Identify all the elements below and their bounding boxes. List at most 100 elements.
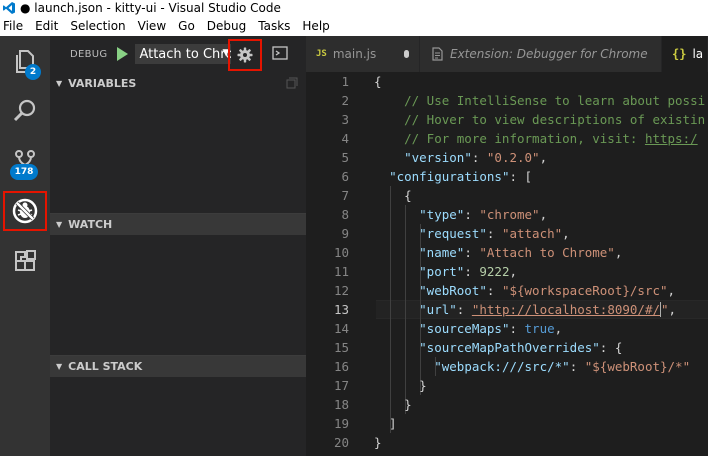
code-line[interactable]: 12 "webRoot": "${workspaceRoot}/src",	[306, 281, 708, 300]
code-line[interactable]: 16 "webpack:///src/*": "${webRoot}/*"	[306, 357, 708, 376]
code-line[interactable]: 1{	[306, 72, 708, 91]
code-token: "sourceMaps"	[419, 321, 510, 336]
line-number: 17	[333, 378, 349, 393]
code-token: :	[486, 226, 502, 241]
code-line[interactable]: 14 "sourceMaps": true,	[306, 319, 708, 338]
menu-go[interactable]: Go	[178, 16, 195, 36]
line-number: 7	[341, 188, 349, 203]
line-number: 20	[333, 435, 349, 450]
debug-config-select[interactable]: Attach to Chrome ▼	[135, 44, 232, 64]
code-token: "0.2.0"	[486, 150, 540, 165]
code-text: "sourceMaps": true,	[374, 319, 562, 338]
line-number: 15	[333, 340, 349, 355]
menu-debug[interactable]: Debug	[207, 16, 246, 36]
expanded-arrow-icon: ▼	[56, 78, 63, 88]
code-text: // Hover to view descriptions of existin	[374, 110, 705, 129]
code-line[interactable]: 18 }	[306, 395, 708, 414]
code-token: :	[464, 245, 480, 260]
line-number: 3	[341, 112, 349, 127]
line-number: 8	[341, 207, 349, 222]
code-token: "type"	[419, 207, 465, 222]
tab-launch-json[interactable]: {} la	[662, 36, 708, 72]
tab-extension-debugger[interactable]: Extension: Debugger for Chrome	[420, 36, 662, 72]
code-line[interactable]: 5 "version": "0.2.0",	[306, 148, 708, 167]
code-text: "url": "http://localhost:8090/#/",	[374, 300, 676, 319]
tab-main-js[interactable]: JS main.js	[306, 36, 420, 72]
callstack-section-header[interactable]: ▼ CALL STACK	[50, 355, 306, 377]
code-text: "request": "attach",	[374, 224, 570, 243]
code-line[interactable]: 2 // Use IntelliSense to learn about pos…	[306, 91, 708, 110]
code-line[interactable]: 17 }	[306, 376, 708, 395]
code-line[interactable]: 13 "url": "http://localhost:8090/#/",	[306, 300, 708, 319]
debug-config-value: Attach to Chrome	[139, 46, 232, 62]
menu-help[interactable]: Help	[302, 16, 329, 36]
activity-extensions[interactable]	[0, 236, 50, 286]
code-line[interactable]: 8 "type": "chrome",	[306, 205, 708, 224]
activity-search[interactable]	[0, 86, 50, 136]
activity-explorer[interactable]: 2	[0, 36, 50, 86]
code-token: ,	[554, 321, 563, 336]
code-token: {	[374, 188, 412, 203]
code-token: ,	[509, 264, 518, 279]
code-line[interactable]: 3 // Hover to view descriptions of exist…	[306, 110, 708, 129]
debug-highlight-box	[3, 191, 47, 231]
line-number: 12	[333, 283, 349, 298]
code-line[interactable]: 11 "port": 9222,	[306, 262, 708, 281]
menu-bar: File Edit Selection View Go Debug Tasks …	[0, 16, 708, 36]
menu-tasks[interactable]: Tasks	[258, 16, 290, 36]
collapse-all-icon[interactable]	[286, 77, 298, 89]
code-token: "attach"	[501, 226, 563, 241]
code-line[interactable]: 4 // For more information, visit: https:…	[306, 129, 708, 148]
start-debugging-button[interactable]	[117, 47, 129, 61]
code-text: "type": "chrome",	[374, 205, 547, 224]
expanded-arrow-icon: ▼	[56, 220, 63, 229]
code-token: ,	[562, 226, 570, 241]
code-line[interactable]: 20}	[306, 433, 708, 452]
line-number: 10	[333, 245, 349, 260]
code-text: "port": 9222,	[374, 262, 517, 281]
code-token: // Use IntelliSense to learn about possi	[374, 93, 706, 108]
extension-file-icon	[432, 47, 443, 61]
code-text: "version": "0.2.0",	[374, 148, 547, 167]
code-token: "url"	[419, 302, 457, 317]
activity-bar: 2 178	[0, 36, 50, 456]
variables-section-header[interactable]: ▼ VARIABLES	[50, 72, 306, 94]
code-text: "sourceMapPathOverrides": {	[374, 338, 622, 357]
unsaved-dot-icon[interactable]	[404, 50, 409, 58]
code-token: }	[374, 435, 382, 450]
menu-edit[interactable]: Edit	[35, 16, 58, 36]
scm-badge: 178	[10, 164, 38, 180]
line-number: 19	[333, 416, 349, 431]
gear-highlight-box	[228, 39, 262, 71]
activity-source-control[interactable]: 178	[0, 136, 50, 186]
menu-file[interactable]: File	[3, 16, 23, 36]
code-line[interactable]: 6 "configurations": [	[306, 167, 708, 186]
tab-label: Extension: Debugger for Chrome	[450, 47, 648, 61]
code-text: // For more information, visit: https:/	[374, 129, 698, 148]
code-editor[interactable]: 1{2 // Use IntelliSense to learn about p…	[306, 72, 708, 456]
code-token: "${webRoot}/*"	[584, 359, 691, 374]
line-number: 14	[333, 321, 349, 336]
code-token: ,	[539, 207, 548, 222]
code-token: ,	[668, 302, 677, 317]
line-number: 6	[341, 169, 349, 184]
code-token: "configurations"	[389, 169, 510, 184]
code-line[interactable]: 15 "sourceMapPathOverrides": {	[306, 338, 708, 357]
debug-console-icon[interactable]	[272, 46, 288, 60]
code-line[interactable]: 10 "name": "Attach to Chrome",	[306, 243, 708, 262]
code-line[interactable]: 19 ]	[306, 414, 708, 433]
menu-view[interactable]: View	[138, 16, 166, 36]
menu-selection[interactable]: Selection	[70, 16, 125, 36]
code-line[interactable]: 7 {	[306, 186, 708, 205]
vscode-logo-icon	[3, 2, 15, 14]
watch-section-header[interactable]: ▼ WATCH	[50, 213, 306, 235]
expanded-arrow-icon: ▼	[56, 362, 63, 371]
code-text: // Use IntelliSense to learn about possi	[374, 91, 705, 110]
code-token: true	[524, 321, 555, 336]
code-token: "http://localhost:8090/#/	[471, 302, 661, 317]
code-line[interactable]: 9 "request": "attach",	[306, 224, 708, 243]
